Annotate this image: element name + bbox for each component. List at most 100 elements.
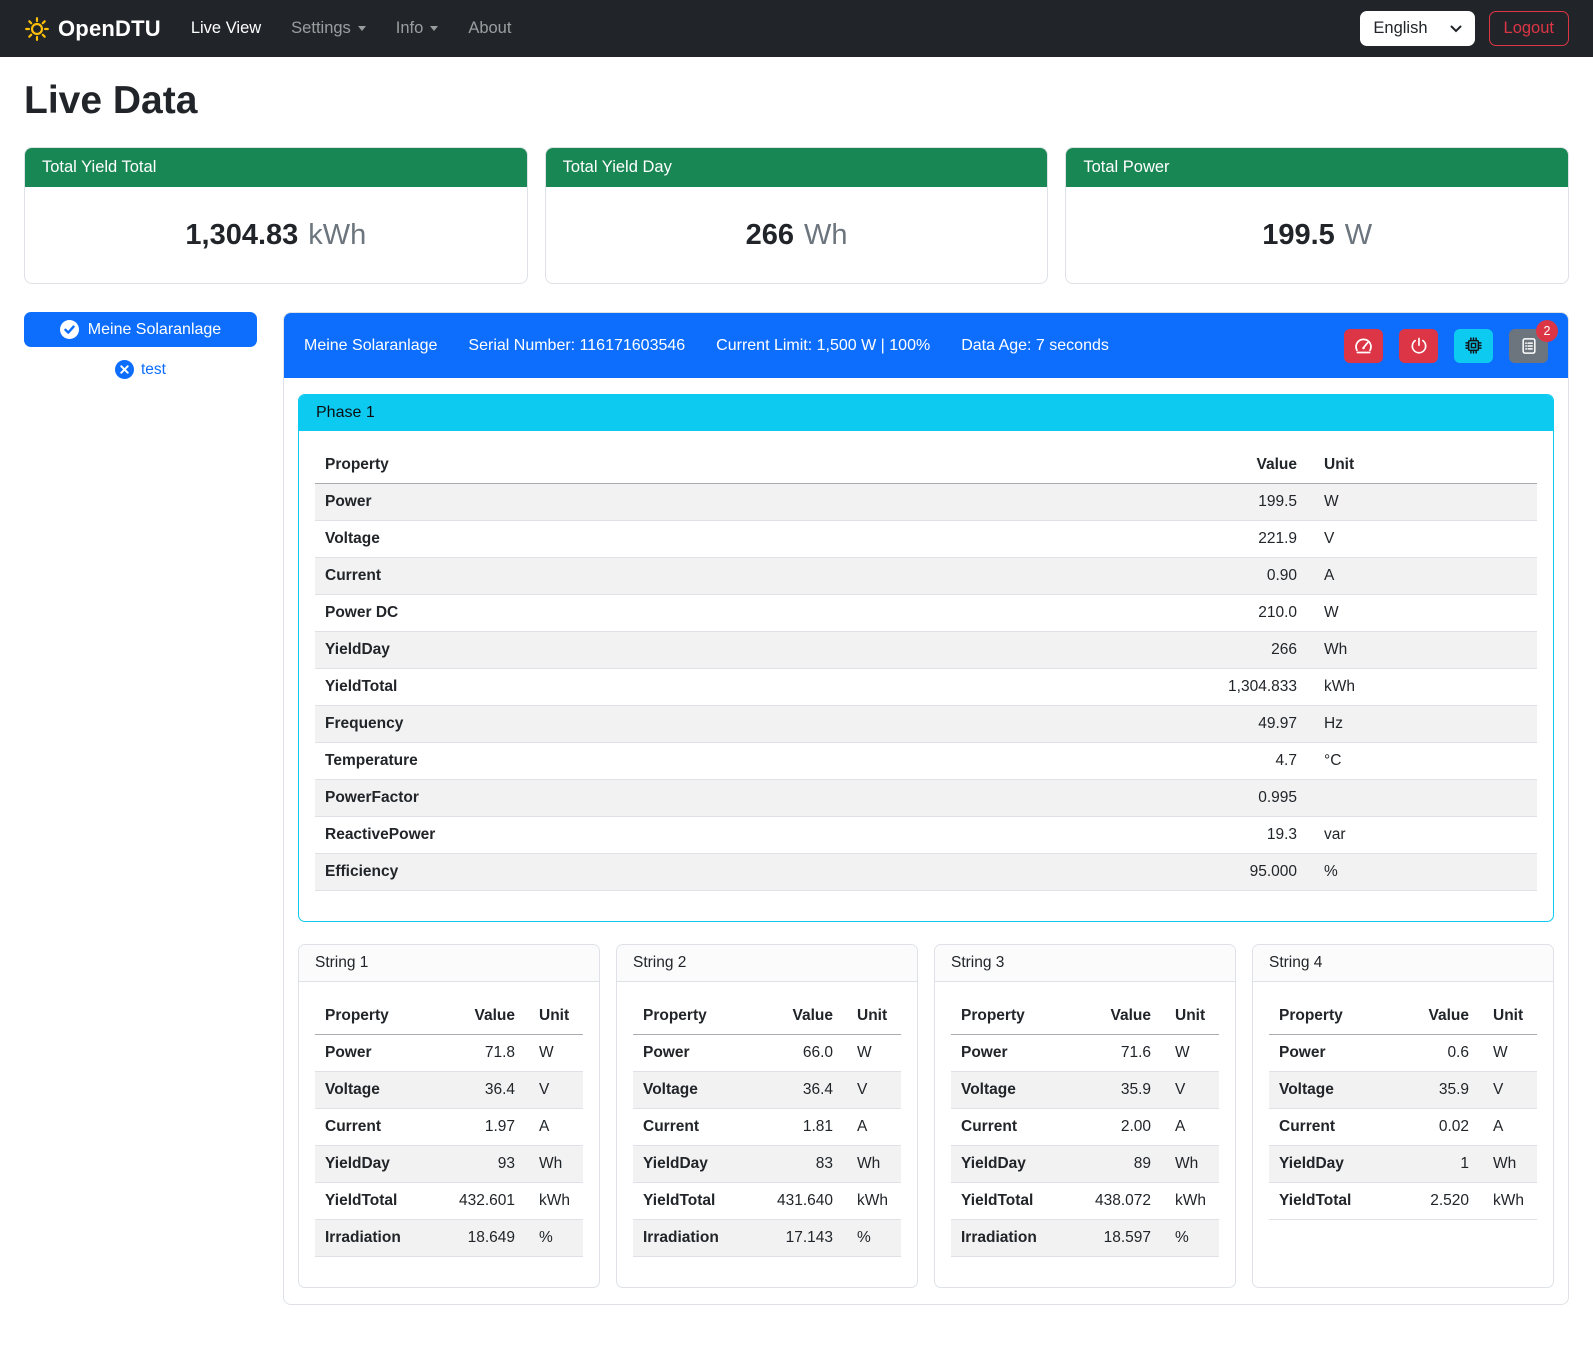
row-property: YieldDay	[315, 632, 1152, 669]
summary-card-total-power: Total Power 199.5 W	[1065, 147, 1569, 284]
row-unit: W	[1161, 1035, 1219, 1072]
row-property: Irradiation	[633, 1220, 767, 1257]
row-value: 199.5	[1152, 484, 1307, 521]
gauge-icon	[1353, 335, 1374, 356]
summary-card-total-yield-day: Total Yield Day 266 Wh	[545, 147, 1049, 284]
row-property: Power	[315, 484, 1152, 521]
row-property: Power	[951, 1035, 1085, 1072]
row-value: 210.0	[1152, 595, 1307, 632]
row-unit	[1307, 780, 1537, 817]
row-value: 35.9	[1085, 1072, 1161, 1109]
inverter-select-button[interactable]: Meine Solaranlage	[24, 312, 257, 347]
table-row: Voltage 36.4 V	[633, 1072, 901, 1109]
phase-card-title: Phase 1	[299, 395, 1553, 431]
col-unit: Unit	[1307, 447, 1537, 484]
col-value: Value	[767, 998, 843, 1035]
row-unit: A	[525, 1109, 583, 1146]
event-log-button[interactable]: 2	[1509, 329, 1548, 363]
row-property: YieldDay	[315, 1146, 449, 1183]
row-value: 18.649	[449, 1220, 525, 1257]
summary-card-title: Total Yield Total	[25, 148, 527, 187]
row-value: 49.97	[1152, 706, 1307, 743]
row-unit: V	[1161, 1072, 1219, 1109]
power-button[interactable]	[1399, 329, 1438, 363]
col-value: Value	[1152, 447, 1307, 484]
limit-settings-button[interactable]	[1344, 329, 1383, 363]
nav-item-settings[interactable]: Settings	[291, 19, 366, 38]
row-value: 221.9	[1152, 521, 1307, 558]
row-property: YieldDay	[951, 1146, 1085, 1183]
table-row: Power 71.8 W	[315, 1035, 583, 1072]
row-unit: W	[1479, 1035, 1537, 1072]
row-value: 71.6	[1085, 1035, 1161, 1072]
logout-button[interactable]: Logout	[1489, 11, 1569, 46]
row-value: 35.9	[1407, 1072, 1479, 1109]
summary-cards-row: Total Yield Total 1,304.83 kWh Total Yie…	[24, 147, 1569, 284]
row-value: 18.597	[1085, 1220, 1161, 1257]
row-value: 83	[767, 1146, 843, 1183]
row-value: 36.4	[449, 1072, 525, 1109]
row-value: 71.8	[449, 1035, 525, 1072]
table-row: YieldTotal 438.072 kWh	[951, 1183, 1219, 1220]
x-circle-icon	[115, 360, 134, 379]
row-property: YieldTotal	[315, 669, 1152, 706]
row-unit: V	[1479, 1072, 1537, 1109]
sun-logo-icon	[24, 16, 50, 42]
device-info-button[interactable]	[1454, 329, 1493, 363]
inverter-item-test[interactable]: test	[24, 360, 257, 379]
col-unit: Unit	[525, 998, 583, 1035]
col-property: Property	[315, 998, 449, 1035]
row-unit: Wh	[525, 1146, 583, 1183]
string-card-title: String 3	[935, 945, 1235, 982]
string-card-3: String 3 Property Value Unit	[934, 944, 1236, 1288]
row-value: 0.6	[1407, 1035, 1479, 1072]
table-row: Voltage 35.9 V	[951, 1072, 1219, 1109]
col-property: Property	[1269, 998, 1407, 1035]
col-unit: Unit	[1479, 998, 1537, 1035]
row-value: 2.520	[1407, 1183, 1479, 1220]
table-row: Temperature 4.7 °C	[315, 743, 1537, 780]
row-unit: kWh	[525, 1183, 583, 1220]
inverter-name: Meine Solaranlage	[304, 337, 437, 355]
row-value: 17.143	[767, 1220, 843, 1257]
col-property: Property	[315, 447, 1152, 484]
language-select[interactable]: English	[1360, 11, 1474, 46]
table-header-row: Property Value Unit	[951, 998, 1219, 1035]
row-value: 1.97	[449, 1109, 525, 1146]
summary-card-value: 1,304.83	[185, 219, 298, 252]
table-header-row: Property Value Unit	[633, 998, 901, 1035]
table-row: Efficiency 95.000 %	[315, 854, 1537, 891]
row-unit: kWh	[1161, 1183, 1219, 1220]
row-value: 1.81	[767, 1109, 843, 1146]
string-table: Property Value Unit Power	[315, 998, 583, 1257]
row-property: Current	[315, 1109, 449, 1146]
row-value: 1	[1407, 1146, 1479, 1183]
table-row: Power DC 210.0 W	[315, 595, 1537, 632]
inverter-sidebar: Meine Solaranlage test	[24, 312, 257, 379]
row-property: YieldTotal	[951, 1183, 1085, 1220]
nav-item-live-view[interactable]: Live View	[191, 19, 261, 38]
table-row: Power 71.6 W	[951, 1035, 1219, 1072]
table-row: YieldDay 266 Wh	[315, 632, 1537, 669]
row-property: YieldTotal	[633, 1183, 767, 1220]
row-unit: V	[843, 1072, 901, 1109]
table-row: Irradiation 18.597 %	[951, 1220, 1219, 1257]
table-row: YieldTotal 1,304.833 kWh	[315, 669, 1537, 706]
string-card-title: String 4	[1253, 945, 1553, 982]
row-value: 431.640	[767, 1183, 843, 1220]
nav-item-info[interactable]: Info	[396, 19, 439, 38]
table-row: Current 1.97 A	[315, 1109, 583, 1146]
power-icon	[1409, 336, 1429, 356]
table-row: YieldDay 93 Wh	[315, 1146, 583, 1183]
brand[interactable]: OpenDTU	[24, 16, 161, 42]
table-row: Voltage 36.4 V	[315, 1072, 583, 1109]
row-unit: °C	[1307, 743, 1537, 780]
row-property: YieldDay	[1269, 1146, 1407, 1183]
string-card-title: String 1	[299, 945, 599, 982]
string-table: Property Value Unit Power	[1269, 998, 1537, 1220]
row-property: Frequency	[315, 706, 1152, 743]
nav-item-about[interactable]: About	[468, 19, 511, 38]
row-unit: %	[1307, 854, 1537, 891]
summary-card-title: Total Yield Day	[546, 148, 1048, 187]
row-property: Power	[315, 1035, 449, 1072]
